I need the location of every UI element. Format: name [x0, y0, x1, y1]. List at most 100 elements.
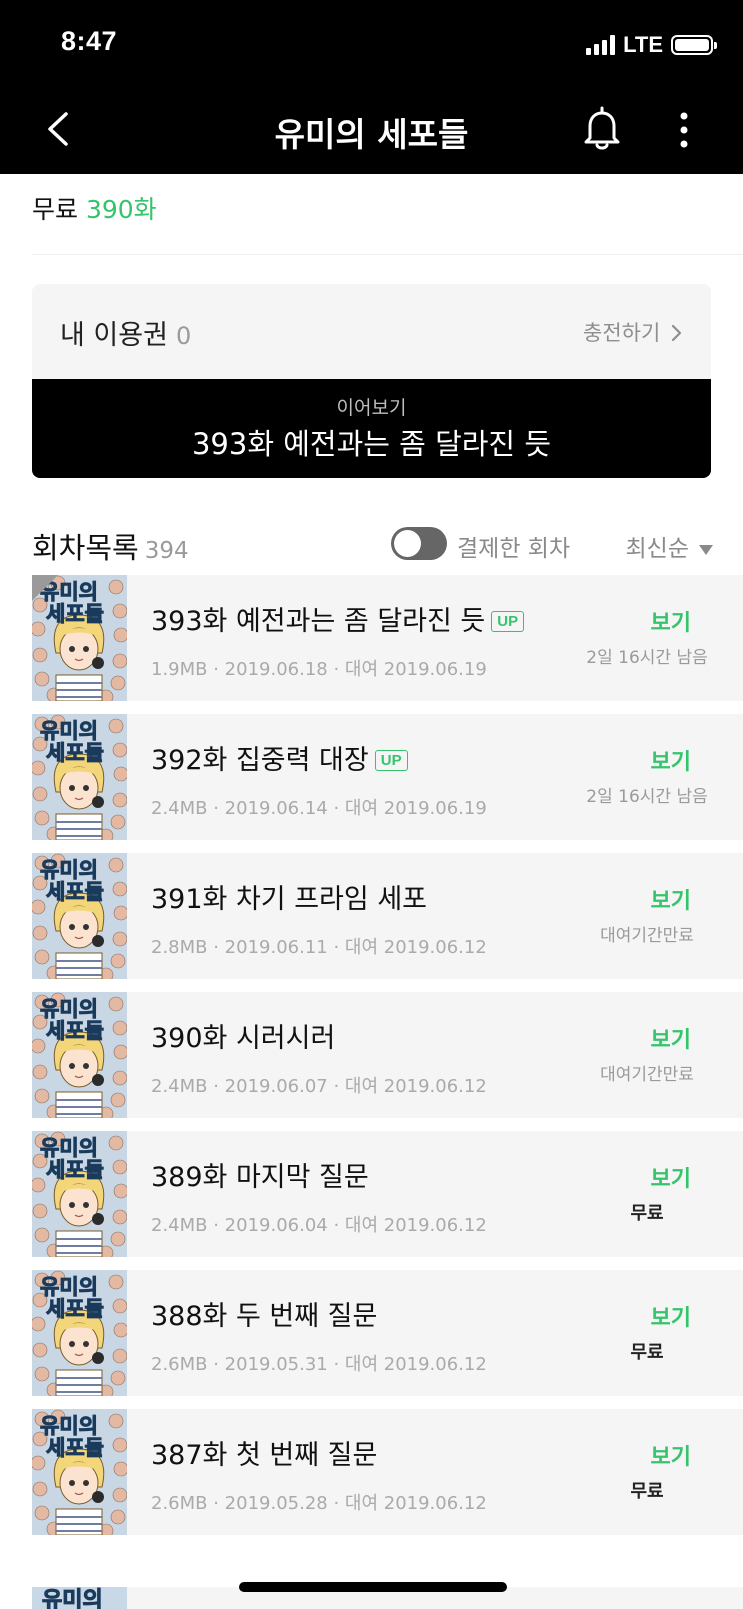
- continue-reading-sub: 이어보기: [336, 397, 407, 419]
- episode-thumbnail: 유미의 세포들: [32, 575, 127, 701]
- episode-title-text: 387화 첫 번째 질문: [151, 1440, 378, 1471]
- svg-text:유미의: 유미의: [40, 997, 98, 1021]
- rental-status: 무료: [630, 1203, 664, 1224]
- svg-text:세포들: 세포들: [46, 880, 104, 904]
- sort-label: 최신순: [625, 536, 689, 562]
- rental-status: 2일 16시간 남음: [586, 648, 708, 668]
- episode-row[interactable]: 유미의 세포들 392화 집중력 대장 UP 2.4MB · 2019.06.14 …: [32, 714, 743, 840]
- svg-text:세포들: 세포들: [46, 1436, 104, 1460]
- svg-text:세포들: 세포들: [46, 741, 104, 765]
- episode-thumbnail: 유미의 세포들: [32, 714, 127, 840]
- charge-label: 충전하기: [583, 321, 661, 345]
- battery-icon: [671, 35, 717, 55]
- episode-title: 393화 예전과는 좀 달라진 듯 UP: [151, 599, 525, 638]
- episode-list-title-text: 회차목록: [32, 531, 139, 565]
- view-button[interactable]: 보기: [651, 883, 691, 915]
- up-badge: UP: [491, 611, 525, 632]
- svg-text:유미의: 유미의: [42, 1588, 103, 1609]
- episode-meta: 2.6MB · 2019.05.28 · 대여 2019.06.12: [151, 1493, 487, 1514]
- svg-text:유미의: 유미의: [40, 719, 98, 743]
- episode-title-text: 391화 차기 프라임 세포: [151, 884, 428, 915]
- view-button[interactable]: 보기: [651, 744, 691, 776]
- divider: [32, 254, 743, 255]
- episode-meta: 2.4MB · 2019.06.14 · 대여 2019.06.19: [151, 798, 487, 819]
- rental-status: 대여기간만료: [600, 926, 694, 946]
- ticket-label-text: 내 이용권: [60, 320, 168, 351]
- ticket-row: 내 이용권 0 충전하기: [32, 284, 711, 379]
- episode-row[interactable]: 유미의 세포들 389화 마지막 질문 2.4MB · 2019.06.04 · …: [32, 1131, 743, 1257]
- ticket-count: 0: [175, 322, 192, 350]
- episode-thumbnail: 유미의 세포들: [32, 1409, 127, 1535]
- svg-text:세포들: 세포들: [46, 1019, 104, 1043]
- episode-list-count: 394: [144, 538, 189, 564]
- episode-row[interactable]: 유미의 세포들 390화 시러시러 2.4MB · 2019.06.07 · 대여…: [32, 992, 743, 1118]
- episode-row[interactable]: 유미의 세포들 387화 첫 번째 질문 2.6MB · 2019.05.28 ·…: [32, 1409, 743, 1535]
- svg-text:유미의: 유미의: [40, 1136, 98, 1160]
- episode-title: 391화 차기 프라임 세포: [151, 877, 427, 916]
- view-button[interactable]: 보기: [651, 1300, 691, 1332]
- sort-dropdown[interactable]: 최신순: [626, 529, 713, 563]
- home-indicator: [239, 1582, 507, 1592]
- status-time: 8:47: [61, 26, 118, 56]
- rental-status: 무료: [630, 1481, 664, 1502]
- continue-reading-title: 393화 예전과는 좀 달라진 듯: [191, 427, 552, 461]
- episode-meta: 2.4MB · 2019.06.07 · 대여 2019.06.12: [151, 1076, 487, 1097]
- view-button[interactable]: 보기: [651, 1439, 691, 1471]
- episode-title: 388화 두 번째 질문: [151, 1294, 377, 1333]
- charge-button[interactable]: 충전하기: [583, 317, 683, 347]
- recent-read-corner-icon: [32, 575, 58, 601]
- rental-status: 대여기간만료: [600, 1065, 694, 1085]
- episode-thumbnail: 유미의 세포들: [32, 992, 127, 1118]
- episode-thumbnail: 유미의 세포들: [32, 1270, 127, 1396]
- episode-title: 390화 시러시러: [151, 1016, 335, 1055]
- episode-list-title: 회차목록 394: [32, 525, 189, 567]
- episode-meta: 1.9MB · 2019.06.18 · 대여 2019.06.19: [151, 659, 487, 680]
- episode-thumbnail: 유미의: [32, 1587, 127, 1609]
- episode-title-text: 388화 두 번째 질문: [151, 1301, 378, 1332]
- svg-text:유미의: 유미의: [40, 858, 98, 882]
- toggle-knob: [394, 530, 421, 557]
- free-episodes-info: 무료 390화: [32, 190, 157, 226]
- paid-episodes-toggle[interactable]: [391, 527, 447, 560]
- continue-reading-button[interactable]: 이어보기 393화 예전과는 좀 달라진 듯: [32, 379, 711, 478]
- svg-text:유미의: 유미의: [40, 1275, 98, 1299]
- episode-title: 392화 집중력 대장 UP: [151, 738, 408, 777]
- view-button[interactable]: 보기: [651, 605, 691, 637]
- page-title: 유미의 세포들: [274, 115, 469, 154]
- episode-title: 389화 마지막 질문: [151, 1155, 369, 1194]
- app-header: 8:47 LTE 유미의 세포들: [0, 0, 743, 174]
- episode-title-text: 389화 마지막 질문: [151, 1162, 369, 1193]
- episode-meta: 2.4MB · 2019.06.04 · 대여 2019.06.12: [151, 1215, 487, 1236]
- signal-icon: [586, 35, 616, 55]
- episode-meta: 2.8MB · 2019.06.11 · 대여 2019.06.12: [151, 937, 487, 958]
- episode-title-text: 392화 집중력 대장: [151, 745, 369, 776]
- network-label: LTE: [623, 32, 663, 57]
- episode-title: 387화 첫 번째 질문: [151, 1433, 377, 1472]
- chevron-right-icon: [671, 324, 682, 342]
- ticket-label: 내 이용권 0: [60, 313, 191, 352]
- episode-row[interactable]: 유미의 세포들 391화 차기 프라임 세포 2.8MB · 2019.06.11…: [32, 853, 743, 979]
- rental-status: 무료: [630, 1342, 664, 1363]
- episode-meta: 2.6MB · 2019.05.31 · 대여 2019.06.12: [151, 1354, 487, 1375]
- paid-episodes-toggle-label: 결제한 회차: [457, 536, 571, 562]
- episode-list-header: 회차목록 394 결제한 회차 최신순: [32, 521, 713, 571]
- episode-thumbnail: 유미의 세포들: [32, 853, 127, 979]
- episode-thumbnail: 유미의 세포들: [32, 1131, 127, 1257]
- episode-title-text: 390화 시러시러: [151, 1023, 336, 1054]
- svg-text:세포들: 세포들: [46, 1297, 104, 1321]
- svg-text:세포들: 세포들: [46, 1158, 104, 1182]
- episode-row[interactable]: 유미의 세포들 388화 두 번째 질문 2.6MB · 2019.05.31 ·…: [32, 1270, 743, 1396]
- svg-text:유미의: 유미의: [40, 1414, 98, 1438]
- episode-title-text: 393화 예전과는 좀 달라진 듯: [151, 606, 486, 637]
- view-button[interactable]: 보기: [651, 1022, 691, 1054]
- up-badge: UP: [374, 750, 408, 771]
- svg-text:세포들: 세포들: [46, 602, 104, 626]
- status-indicators: LTE: [586, 32, 717, 58]
- notification-bell-icon[interactable]: [578, 104, 626, 152]
- ticket-panel: 내 이용권 0 충전하기 이어보기 393화 예전과는 좀 달라진 듯: [32, 284, 711, 478]
- rental-status: 2일 16시간 남음: [586, 787, 708, 807]
- view-button[interactable]: 보기: [651, 1161, 691, 1193]
- free-count: 390화: [85, 195, 157, 224]
- more-options-icon[interactable]: [668, 108, 700, 152]
- episode-row[interactable]: 유미의 세포들 393화 예전과는 좀 달라진 듯 UP 1.9MB · 2019.…: [32, 575, 743, 701]
